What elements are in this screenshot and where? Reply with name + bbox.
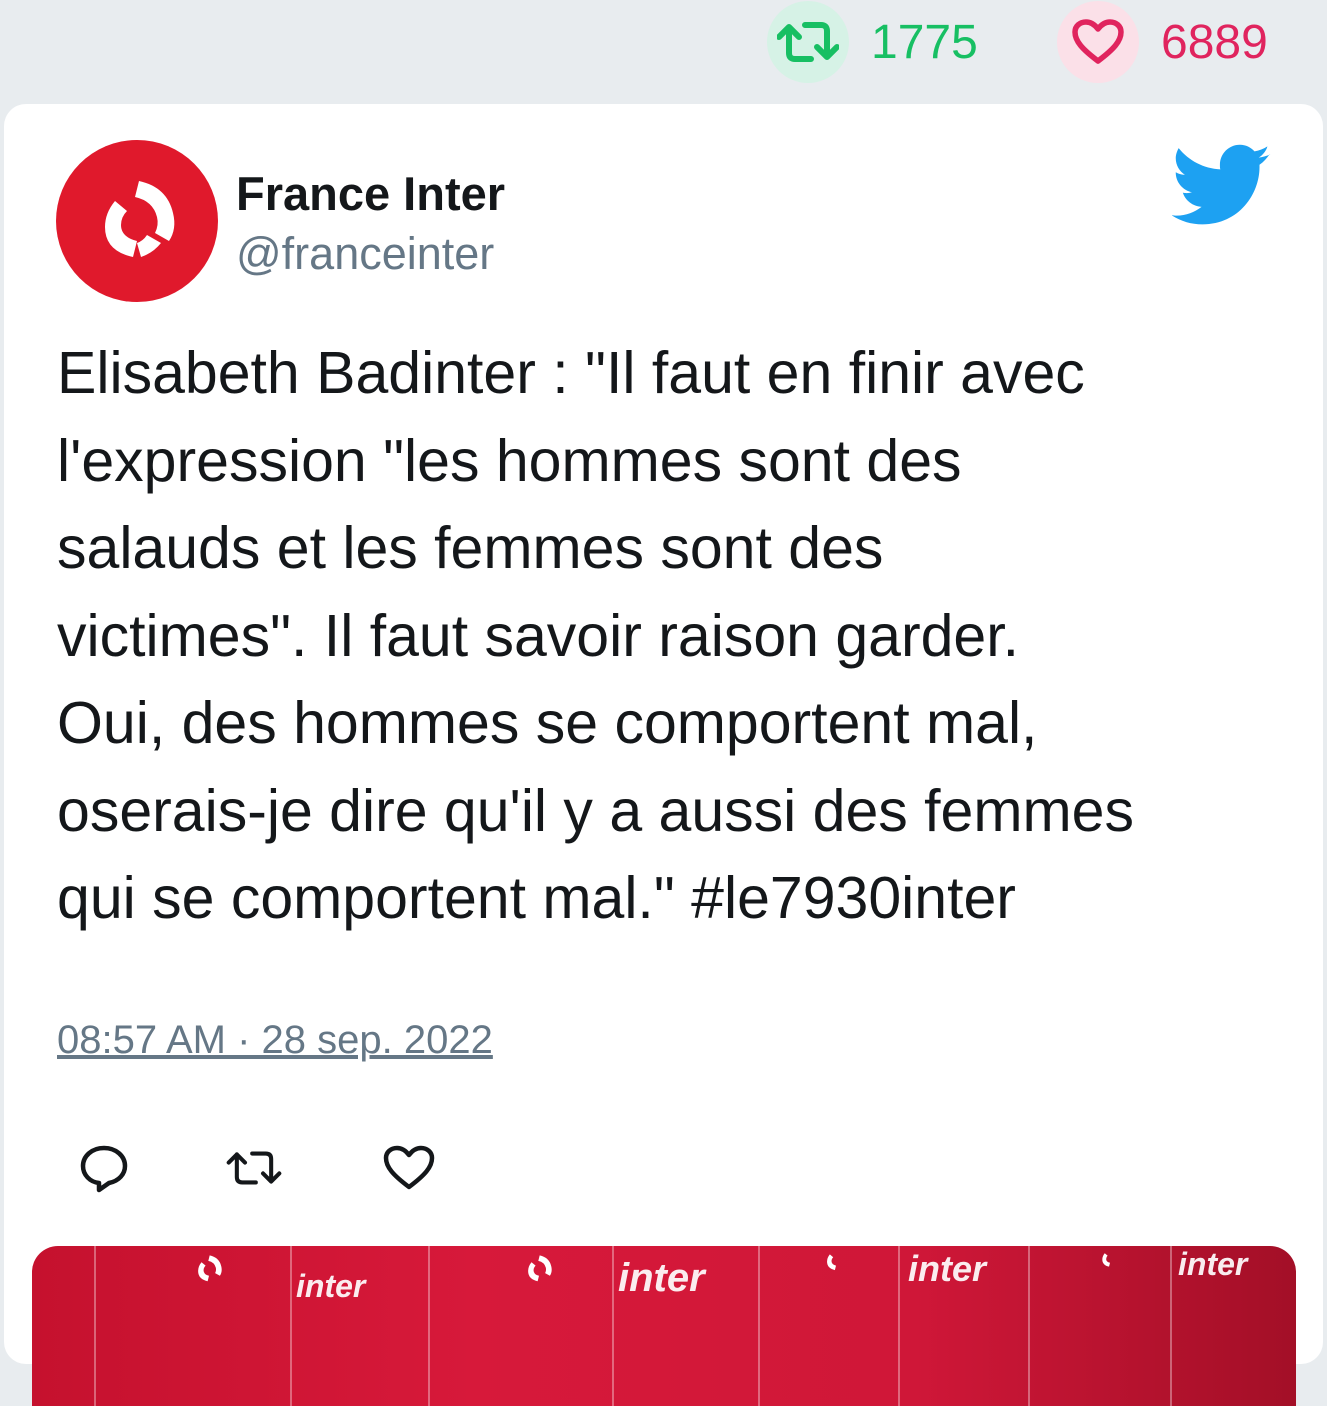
tweet-media[interactable]: inter inter inter inter (32, 1246, 1296, 1406)
media-logo-text: inter (1178, 1246, 1248, 1282)
france-inter-logo (528, 1255, 552, 1282)
tweet-text: Elisabeth Badinter : "Il faut en finir a… (57, 340, 1134, 931)
retweet-icon (226, 1151, 282, 1185)
engagement-stats: 1775 6889 (0, 0, 1327, 100)
like-icon (383, 1145, 435, 1190)
tweet-card: France Inter @franceinter Elisabeth Badi… (4, 104, 1323, 1406)
retweet-stat[interactable]: 1775 (767, 1, 978, 83)
avatar[interactable] (56, 140, 218, 302)
retweet-button[interactable] (226, 1140, 282, 1196)
heart-icon (1057, 1, 1139, 83)
media-logo-text: inter (908, 1248, 987, 1289)
like-stat[interactable]: 6889 (1057, 1, 1268, 83)
tweet-timestamp[interactable]: 08:57 AM · 28 sep. 2022 (57, 1018, 493, 1063)
reply-button[interactable] (76, 1140, 132, 1196)
retweet-icon (767, 1, 849, 83)
media-logo-text: inter (296, 1268, 366, 1304)
like-button[interactable] (381, 1140, 437, 1196)
france-inter-logo (105, 181, 175, 257)
france-inter-logo (827, 1254, 836, 1271)
author-name[interactable]: France Inter (236, 166, 505, 221)
france-inter-logo (198, 1255, 222, 1282)
author-handle[interactable]: @franceinter (236, 228, 494, 280)
media-logo-text: inter (618, 1256, 705, 1300)
twitter-bird-icon (1172, 144, 1271, 225)
reply-icon (80, 1145, 128, 1193)
like-count: 6889 (1161, 15, 1268, 69)
tweet-actions (76, 1140, 476, 1196)
france-inter-logo (1102, 1253, 1110, 1267)
retweet-count: 1775 (871, 15, 978, 69)
